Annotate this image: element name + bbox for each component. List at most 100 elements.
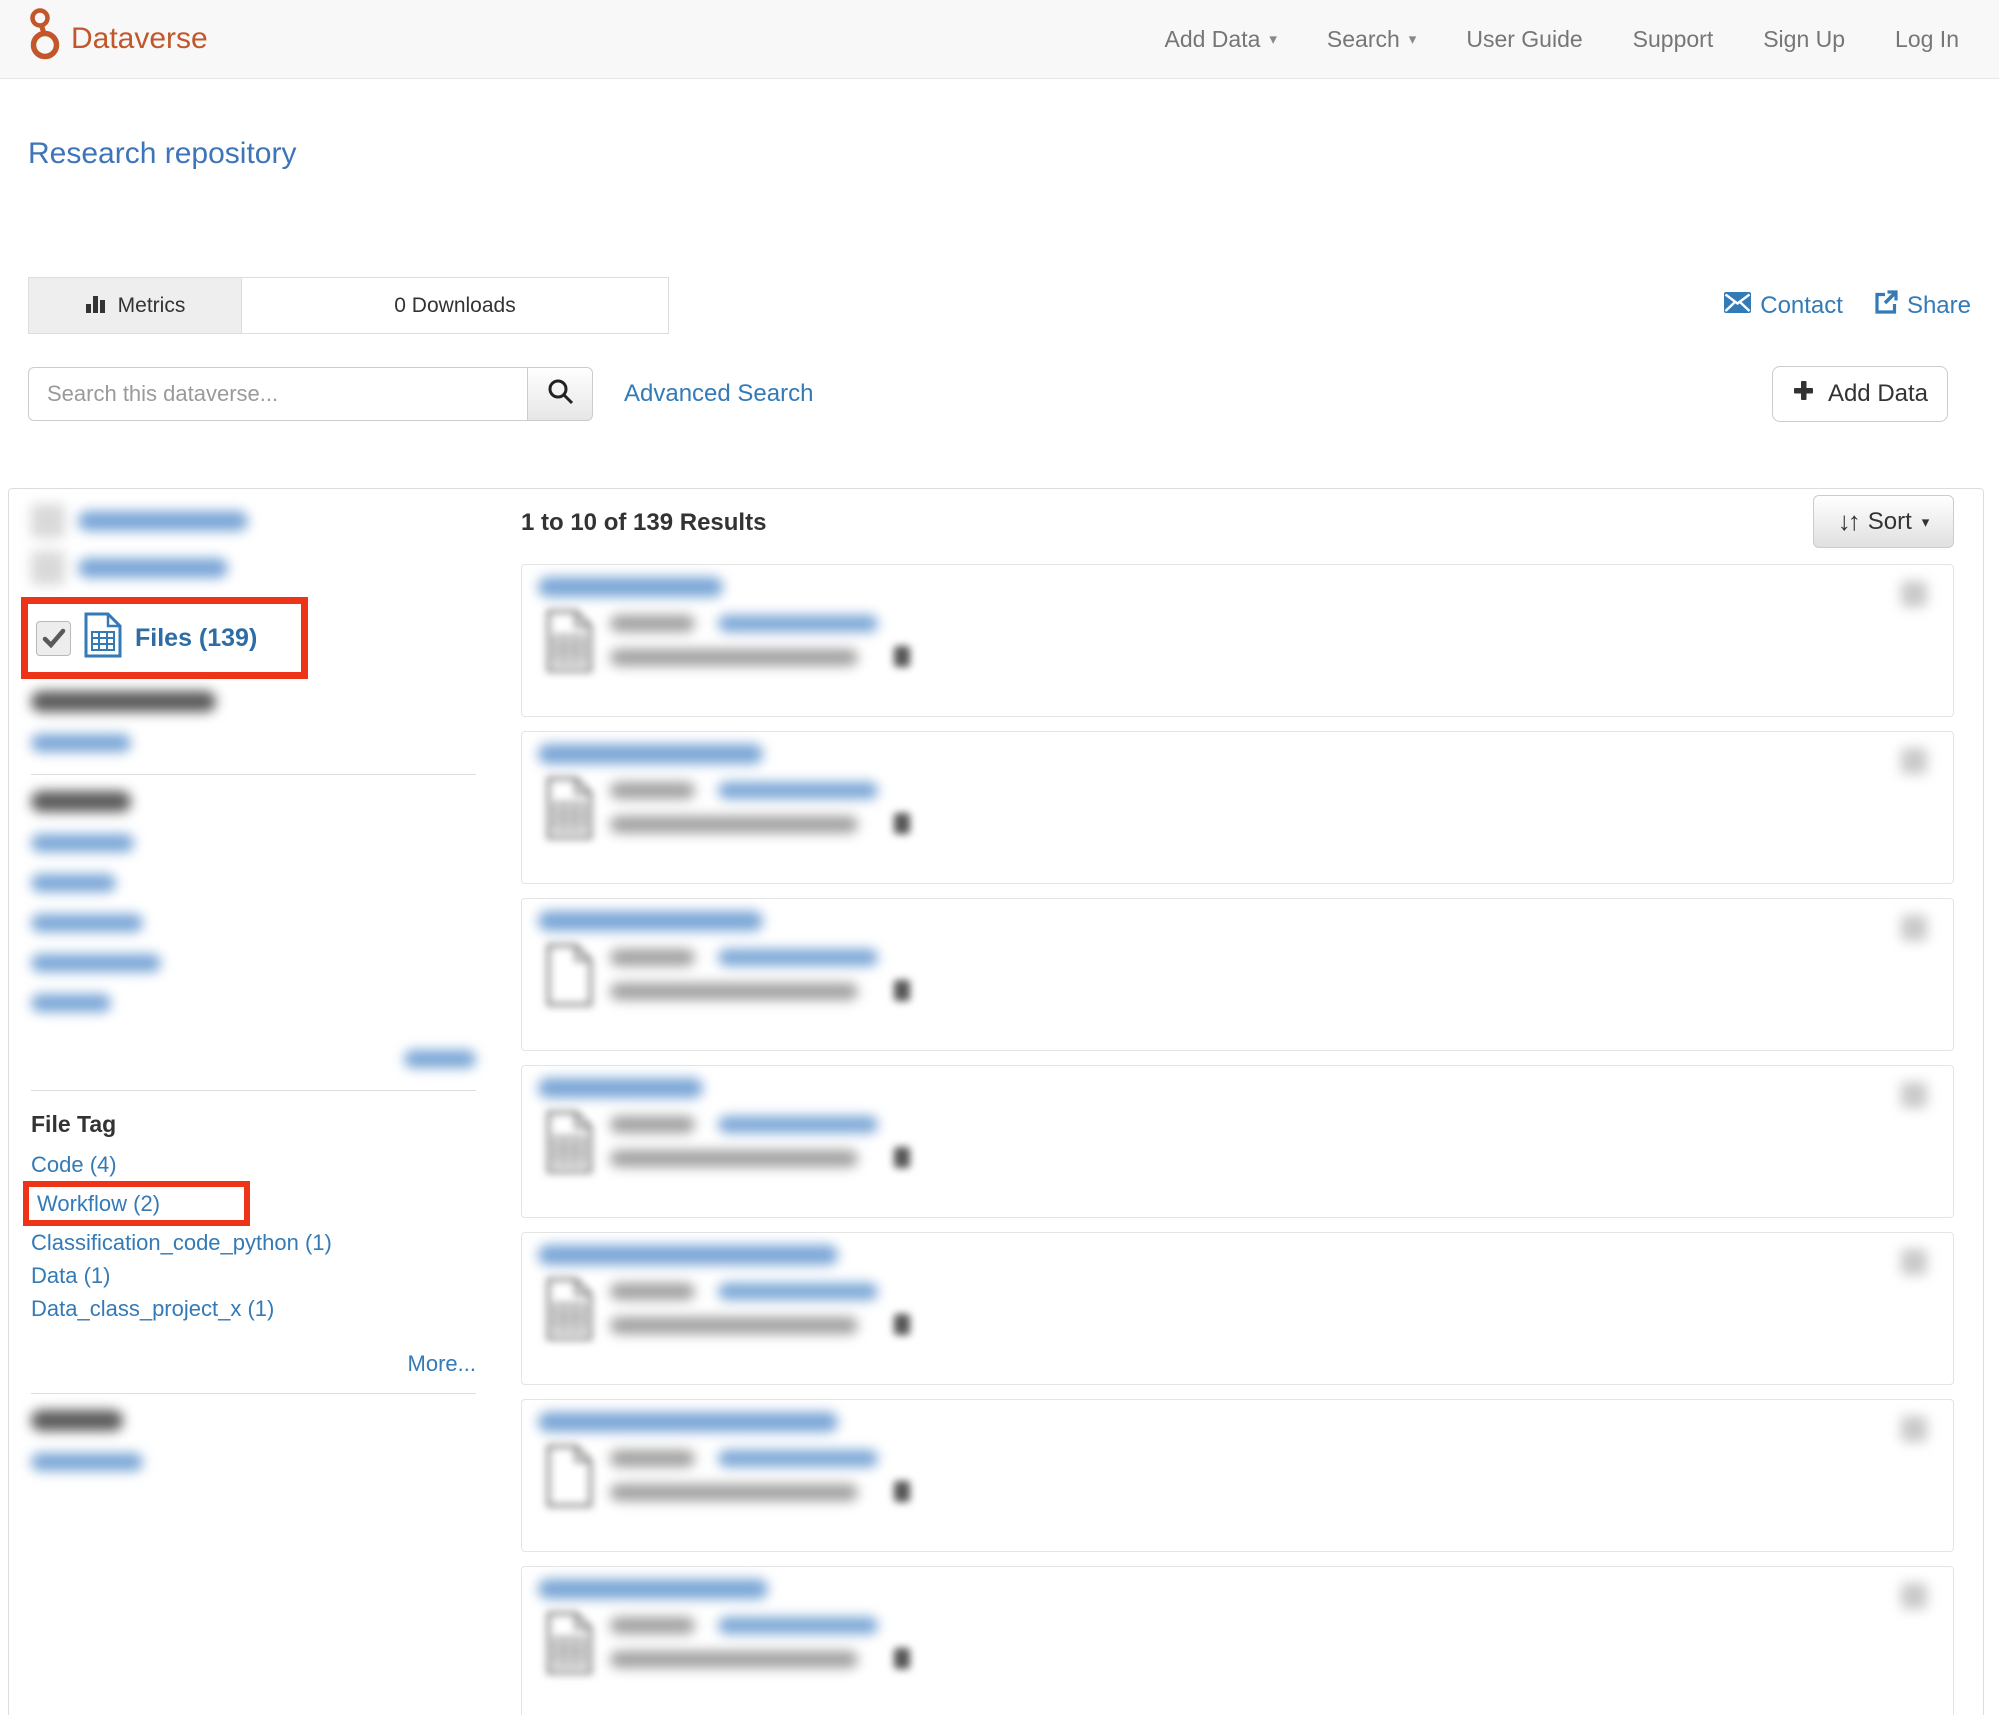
metrics-tabs: Metrics 0 Downloads [28,277,669,334]
blurred-facet-dataverses[interactable] [31,503,504,539]
blurred-file-title-link[interactable] [538,1579,768,1599]
files-facet-checkbox[interactable] [36,621,71,656]
file-tag-link[interactable]: Data_class_project_x (1) [31,1292,504,1325]
advanced-search-link[interactable]: Advanced Search [624,380,813,408]
tabular-file-icon[interactable] [546,1110,593,1179]
blurred-file-title-link[interactable] [538,1245,838,1265]
blurred-card-checkbox[interactable] [1901,1583,1927,1609]
blurred-facet-link-row[interactable] [31,872,504,898]
sidebar-divider [31,1393,476,1394]
file-tag-link[interactable]: Code (4) [31,1148,504,1181]
blurred-download-icon[interactable] [894,980,910,1001]
blurred-facet-link[interactable] [31,874,116,892]
blurred-facet-link[interactable] [78,558,228,578]
blurred-file-metadata-text [610,649,858,666]
nav-item-label: Log In [1895,26,1959,53]
blurred-section-header-access [31,1410,504,1437]
search-row: Advanced Search Add Data [28,366,1971,422]
plain-file-icon[interactable] [546,1444,593,1513]
nav-item-support[interactable]: Support [1633,26,1714,53]
chevron-down-icon: ▾ [1409,30,1417,48]
blurred-dataset-link[interactable] [718,1116,878,1133]
nav-item-label: Support [1633,26,1714,53]
add-data-button[interactable]: Add Data [1772,366,1948,422]
nav-item-search[interactable]: Search ▾ [1327,26,1416,53]
blurred-facet-link[interactable] [31,834,134,852]
blurred-dataset-link[interactable] [718,1283,878,1300]
nav-item-sign-up[interactable]: Sign Up [1763,26,1845,53]
blurred-card-checkbox[interactable] [1901,1249,1927,1275]
blurred-facet-link[interactable] [31,954,161,972]
blurred-section-header-publication-year [31,691,504,718]
tabular-file-icon[interactable] [546,609,593,678]
blurred-file-title-link[interactable] [538,577,723,597]
tabular-file-icon[interactable] [546,1611,593,1680]
blurred-card-checkbox[interactable] [1901,1416,1927,1442]
nav-item-log-in[interactable]: Log In [1895,26,1959,53]
blurred-facet-link[interactable] [31,994,111,1012]
blurred-facet-datasets[interactable] [31,550,504,586]
blurred-facet-link-row[interactable] [31,832,504,858]
results-count: 1 to 10 of 139 Results [521,509,766,537]
blurred-checkbox[interactable] [31,551,65,585]
blurred-facet-link-row[interactable] [31,732,504,758]
sort-label: Sort [1868,508,1912,536]
contact-link[interactable]: Contact [1724,290,1843,322]
blurred-card-checkbox[interactable] [1901,748,1927,774]
sort-button[interactable]: ↓↑ Sort ▾ [1813,495,1954,548]
blurred-download-icon[interactable] [894,646,910,667]
search-button[interactable] [527,367,593,421]
blurred-checkbox[interactable] [31,504,65,538]
blurred-file-title-link[interactable] [538,744,763,764]
blurred-download-icon[interactable] [894,1314,910,1335]
blurred-dataset-link[interactable] [718,782,878,799]
share-link[interactable]: Share [1873,290,1971,322]
nav-item-user-guide[interactable]: User Guide [1466,26,1582,53]
blurred-header-text [31,691,216,712]
blurred-dataset-link[interactable] [718,1450,878,1467]
file-tag-link[interactable]: Data (1) [31,1259,504,1292]
blurred-date-text [610,782,695,799]
blurred-facet-link[interactable] [31,914,143,932]
blurred-dataset-link[interactable] [718,1617,878,1634]
blurred-file-title-link[interactable] [538,1412,838,1432]
blurred-download-icon[interactable] [894,1648,910,1669]
blurred-facet-link-row[interactable] [31,992,504,1018]
tabular-file-icon[interactable] [546,1277,593,1346]
blurred-file-title-link[interactable] [538,911,763,931]
file-tag-link[interactable]: Workflow (2) [37,1187,160,1220]
file-tag-list: Code (4) Workflow (2) Classification_code_… [31,1148,504,1325]
search-input[interactable] [28,367,528,421]
result-card [521,564,1954,717]
blurred-card-checkbox[interactable] [1901,915,1927,941]
files-facet-label[interactable]: Files (139) [135,624,257,653]
result-card [521,1065,1954,1218]
blurred-download-icon[interactable] [894,813,910,834]
tabular-file-icon[interactable] [546,776,593,845]
blurred-facet-link[interactable] [31,1453,143,1471]
share-icon [1873,290,1898,322]
result-card [521,898,1954,1051]
file-tag-link[interactable]: Classification_code_python (1) [31,1226,504,1259]
blurred-dataset-link[interactable] [718,615,878,632]
page-title[interactable]: Research repository [28,137,296,171]
blurred-facet-link-row[interactable] [31,912,504,938]
dataverse-brand[interactable]: Dataverse [25,8,208,70]
blurred-card-checkbox[interactable] [1901,1082,1927,1108]
nav-item-add-data[interactable]: Add Data ▾ [1164,26,1276,53]
blurred-facet-link[interactable] [78,511,248,531]
file-tag-more-link[interactable]: More... [31,1351,476,1377]
blurred-download-icon[interactable] [894,1147,910,1168]
blurred-file-title-link[interactable] [538,1078,703,1098]
plain-file-icon[interactable] [546,943,593,1012]
blurred-card-checkbox[interactable] [1901,581,1927,607]
blurred-header-text [31,791,131,812]
blurred-facet-link[interactable] [31,734,131,752]
blurred-dataset-link[interactable] [718,949,878,966]
blurred-more-link-row[interactable] [31,1048,476,1074]
top-navbar: Dataverse Add Data ▾ Search ▾ User Guide… [0,0,1999,79]
blurred-download-icon[interactable] [894,1481,910,1502]
blurred-facet-link-row[interactable] [31,952,504,978]
blurred-more-link[interactable] [404,1050,476,1068]
blurred-facet-link-row[interactable] [31,1451,504,1477]
